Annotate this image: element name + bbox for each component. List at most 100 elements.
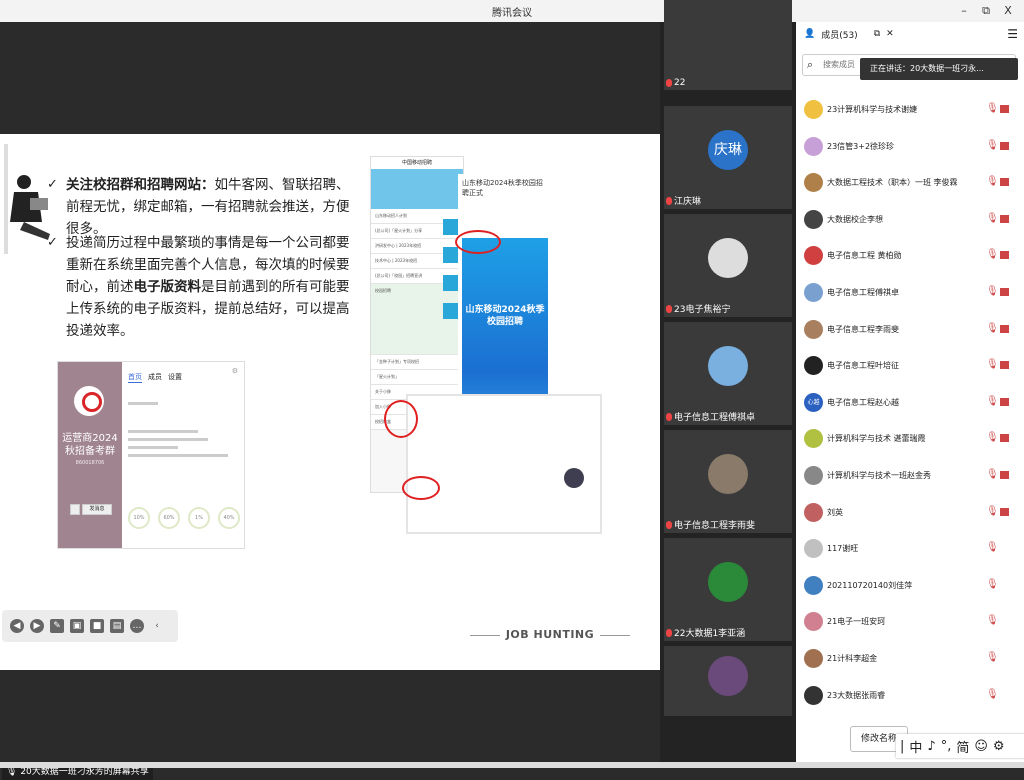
member-name: 21计科李超金	[827, 653, 878, 663]
mic-icon[interactable]: 🎙	[986, 323, 999, 334]
member-row[interactable]: 大数据校企李想 🎙	[796, 202, 1024, 239]
bullet-1-bold: 关注校招群和招聘网站：	[66, 177, 215, 193]
avatar	[708, 454, 748, 494]
member-name: 23信管3+2徐珍珍	[827, 141, 895, 151]
ime-simplified[interactable]: 简	[956, 737, 969, 756]
camera-off-icon[interactable]	[1000, 141, 1009, 150]
video-tile[interactable]: 22大数据1李亚涵	[664, 538, 792, 641]
video-tile[interactable]: 电子信息工程李雨斐	[664, 430, 792, 533]
job-hunting-label: JOB HUNTING	[470, 628, 630, 641]
camera-off-icon[interactable]	[1000, 361, 1009, 370]
member-row[interactable]: 电子信息工程 黄柏勋 🎙	[796, 238, 1024, 275]
mic-icon[interactable]: 🎙	[986, 469, 999, 480]
member-row[interactable]: 电子信息工程叶培征 🎙	[796, 348, 1024, 385]
comment-icon[interactable]: ▤	[110, 619, 124, 633]
avatar	[708, 656, 748, 696]
account-header: 中国移动招聘	[371, 157, 463, 169]
camera-off-icon[interactable]	[1000, 214, 1009, 223]
member-name: 大数据校企李想	[827, 214, 883, 224]
shot-tab-home: 首页	[128, 373, 142, 383]
minimize-button[interactable]: –	[954, 2, 974, 20]
camera-off-icon[interactable]	[1000, 178, 1009, 187]
member-name: 202110720140刘佳萍	[827, 580, 913, 590]
member-row[interactable]: 计算机科学与技术 谌蕾瑞霞 🎙	[796, 421, 1024, 458]
camera-off-icon[interactable]	[1000, 397, 1009, 406]
members-tab[interactable]: 成员(53)	[821, 28, 857, 41]
camera-off-icon[interactable]	[1000, 507, 1009, 516]
mic-icon[interactable]: 🎙	[986, 432, 999, 443]
mic-icon[interactable]: 🎙	[986, 506, 999, 517]
mic-icon[interactable]: 🎙	[986, 652, 999, 663]
member-row[interactable]: 23大数据张雨睿 🎙	[796, 678, 1024, 715]
member-name: 117谢旺	[827, 544, 859, 554]
mic-icon[interactable]: 🎙	[986, 249, 999, 260]
next-slide-icon[interactable]: ▶	[30, 619, 44, 633]
decorative-frame	[406, 394, 602, 534]
video-tile[interactable]: 22	[664, 0, 792, 90]
mic-icon[interactable]: 🎙	[986, 359, 999, 370]
member-row[interactable]: 21电子一班安珂 🎙	[796, 604, 1024, 641]
screenshot-icon[interactable]: ▣	[70, 619, 84, 633]
camera-off-icon[interactable]	[1000, 287, 1009, 296]
ime-punct-icon[interactable]: °,	[941, 739, 952, 754]
mic-icon[interactable]: 🎙	[986, 689, 999, 700]
camera-icon[interactable]: ■	[90, 619, 104, 633]
mic-icon[interactable]: 🎙	[986, 579, 999, 590]
menu-icon[interactable]: ☰	[1007, 27, 1018, 41]
avatar	[804, 575, 823, 595]
mic-icon[interactable]: 🎙	[986, 542, 999, 553]
mic-icon	[666, 196, 672, 205]
video-tile[interactable]: 23电子焦裕宁	[664, 214, 792, 317]
mic-icon[interactable]: 🎙	[986, 213, 999, 224]
member-row[interactable]: 202110720140刘佳萍 🎙	[796, 568, 1024, 605]
mic-icon: 🎙	[6, 767, 18, 777]
camera-off-icon[interactable]	[1000, 324, 1009, 333]
mic-icon[interactable]: 🎙	[986, 140, 999, 151]
member-row[interactable]: 心越 电子信息工程赵心越 🎙	[796, 385, 1024, 422]
member-row[interactable]: 117谢旺 🎙	[796, 531, 1024, 568]
red-circle-annotation	[402, 476, 440, 500]
ime-settings-icon[interactable]: ⚙	[993, 739, 1005, 754]
popout-icon[interactable]: ⧉	[874, 29, 880, 39]
avatar	[804, 136, 823, 156]
ime-emoji-icon[interactable]: ☺	[974, 739, 988, 754]
close-panel-icon[interactable]: ✕	[886, 29, 894, 39]
mic-icon[interactable]: 🎙	[986, 396, 999, 407]
gear-icon: ⚙	[231, 367, 238, 375]
member-row[interactable]: 电子信息工程李雨斐 🎙	[796, 312, 1024, 349]
member-row[interactable]: 大数据工程技术（职本）一班 李俊霖 🎙	[796, 165, 1024, 202]
mic-icon[interactable]: 🎙	[986, 286, 999, 297]
member-row[interactable]: 21计科李超金 🎙	[796, 641, 1024, 678]
camera-off-icon[interactable]	[1000, 105, 1009, 113]
member-row[interactable]: 电子信息工程傅祺卓 🎙	[796, 275, 1024, 312]
video-tile[interactable]: 电子信息工程傅祺卓	[664, 322, 792, 425]
more-icon[interactable]: …	[130, 619, 144, 633]
camera-off-icon[interactable]	[1000, 434, 1009, 443]
restore-button[interactable]: ⧉	[976, 2, 996, 20]
mic-icon[interactable]: 🎙	[986, 103, 999, 114]
ime-moon-icon[interactable]: ♪	[927, 739, 935, 754]
camera-off-icon[interactable]	[1000, 251, 1009, 260]
close-button[interactable]: X	[998, 2, 1018, 20]
group-name: 运营商2024秋招备考群	[62, 433, 118, 457]
share-icon	[70, 504, 80, 515]
video-tile[interactable]: 庆琳 江庆琳	[664, 106, 792, 209]
mic-icon[interactable]: 🎙	[986, 615, 999, 626]
member-row[interactable]: 刘英 🎙	[796, 495, 1024, 532]
member-name: 电子信息工程赵心越	[827, 397, 899, 407]
video-tile[interactable]	[664, 646, 792, 716]
member-row[interactable]: 计算机科学与技术一班赵金秀 🎙	[796, 458, 1024, 495]
member-name: 电子信息工程李雨斐	[827, 324, 899, 334]
camera-off-icon[interactable]	[1000, 470, 1009, 479]
mic-icon[interactable]: 🎙	[986, 176, 999, 187]
presentation-slide: ✓ 关注校招群和招聘网站：如牛客网、智联招聘、前程无忧，绑定邮箱，一有招聘就会推…	[0, 134, 660, 670]
search-input[interactable]	[821, 59, 865, 70]
prev-slide-icon[interactable]: ◀	[10, 619, 24, 633]
member-row[interactable]: 23信管3+2徐珍珍 🎙	[796, 129, 1024, 166]
avatar	[804, 429, 823, 449]
member-row[interactable]: 23计算机科学与技术谢婕 🎙	[796, 92, 1024, 129]
ime-chinese-mode[interactable]: 中	[909, 737, 922, 756]
pen-icon[interactable]: ✎	[50, 619, 64, 633]
mic-icon	[666, 520, 672, 529]
collapse-icon[interactable]: ‹	[150, 619, 164, 633]
